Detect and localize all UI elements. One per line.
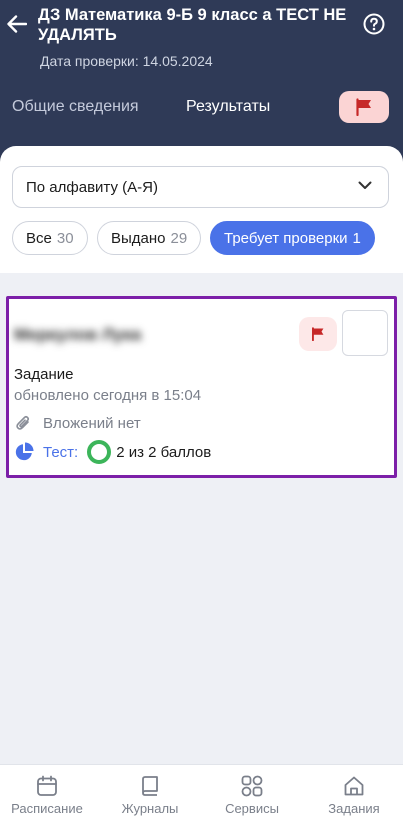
- sort-select[interactable]: По алфавиту (А-Я): [12, 166, 389, 208]
- tab-general-info[interactable]: Общие сведения: [12, 98, 139, 116]
- nav-schedule[interactable]: Расписание: [0, 773, 97, 816]
- help-circle-icon: [363, 13, 385, 35]
- test-label: Тест:: [43, 443, 79, 461]
- student-name: Меркулов Лука: [14, 325, 142, 344]
- test-row: Тест: 2 из 2 баллов: [14, 440, 211, 464]
- chip-label: Требует проверки: [224, 229, 348, 247]
- pie-chart-icon: [14, 442, 34, 462]
- nav-tasks[interactable]: Задания: [304, 773, 403, 816]
- paperclip-icon: [15, 414, 33, 432]
- filter-chip-all[interactable]: Все 30: [12, 221, 88, 255]
- filter-chip-issued[interactable]: Выдано 29: [97, 221, 202, 255]
- sort-select-value: По алфавиту (А-Я): [26, 178, 158, 196]
- nav-label: Сервисы: [225, 801, 279, 816]
- chip-count: 1: [352, 229, 361, 247]
- nav-label: Расписание: [11, 801, 83, 816]
- check-date: Дата проверки: 14.05.2024: [40, 53, 213, 69]
- help-button[interactable]: [363, 13, 385, 35]
- chevron-down-icon: [358, 181, 372, 189]
- nav-services[interactable]: Сервисы: [202, 773, 302, 816]
- filter-panel: По алфавиту (А-Я) Все 30 Выдано 29 Требует…: [0, 146, 403, 273]
- grid-icon: [241, 773, 263, 799]
- nav-label: Журналы: [121, 801, 179, 816]
- task-label: Задание: [14, 366, 74, 383]
- attachments-text: Вложений нет: [43, 414, 141, 432]
- card-flag-button[interactable]: [299, 317, 337, 351]
- arrow-left-icon: [7, 15, 27, 33]
- chip-count: 30: [56, 229, 74, 247]
- chip-count: 29: [170, 229, 188, 247]
- flag-icon: [356, 98, 371, 116]
- updated-timestamp: обновлено сегодня в 15:04: [14, 387, 202, 404]
- nav-label: Задания: [328, 801, 380, 816]
- chip-label: Выдано: [111, 229, 166, 247]
- filter-chip-needs-review[interactable]: Требует проверки 1: [210, 221, 375, 255]
- flag-icon: [312, 327, 324, 341]
- nav-journals[interactable]: Журналы: [100, 773, 200, 816]
- select-checkbox[interactable]: [342, 310, 388, 356]
- bottom-nav: Расписание Журналы Сервисы Задания: [0, 764, 403, 819]
- tab-results[interactable]: Результаты: [186, 98, 270, 116]
- flag-filter-button[interactable]: [339, 91, 389, 123]
- back-button[interactable]: [6, 12, 28, 36]
- calendar-icon: [36, 773, 58, 799]
- book-icon: [140, 773, 160, 799]
- home-icon: [343, 773, 365, 799]
- test-score: 2 из 2 баллов: [116, 443, 212, 461]
- attachments-row: Вложений нет: [15, 414, 141, 432]
- student-result-card[interactable]: Меркулов Лука Задание обновлено сегодня …: [6, 296, 397, 478]
- score-ring-icon: [87, 440, 112, 464]
- page-title: ДЗ Математика 9-Б 9 класс а ТЕСТ НЕ УДАЛ…: [38, 6, 347, 44]
- chip-label: Все: [26, 229, 52, 247]
